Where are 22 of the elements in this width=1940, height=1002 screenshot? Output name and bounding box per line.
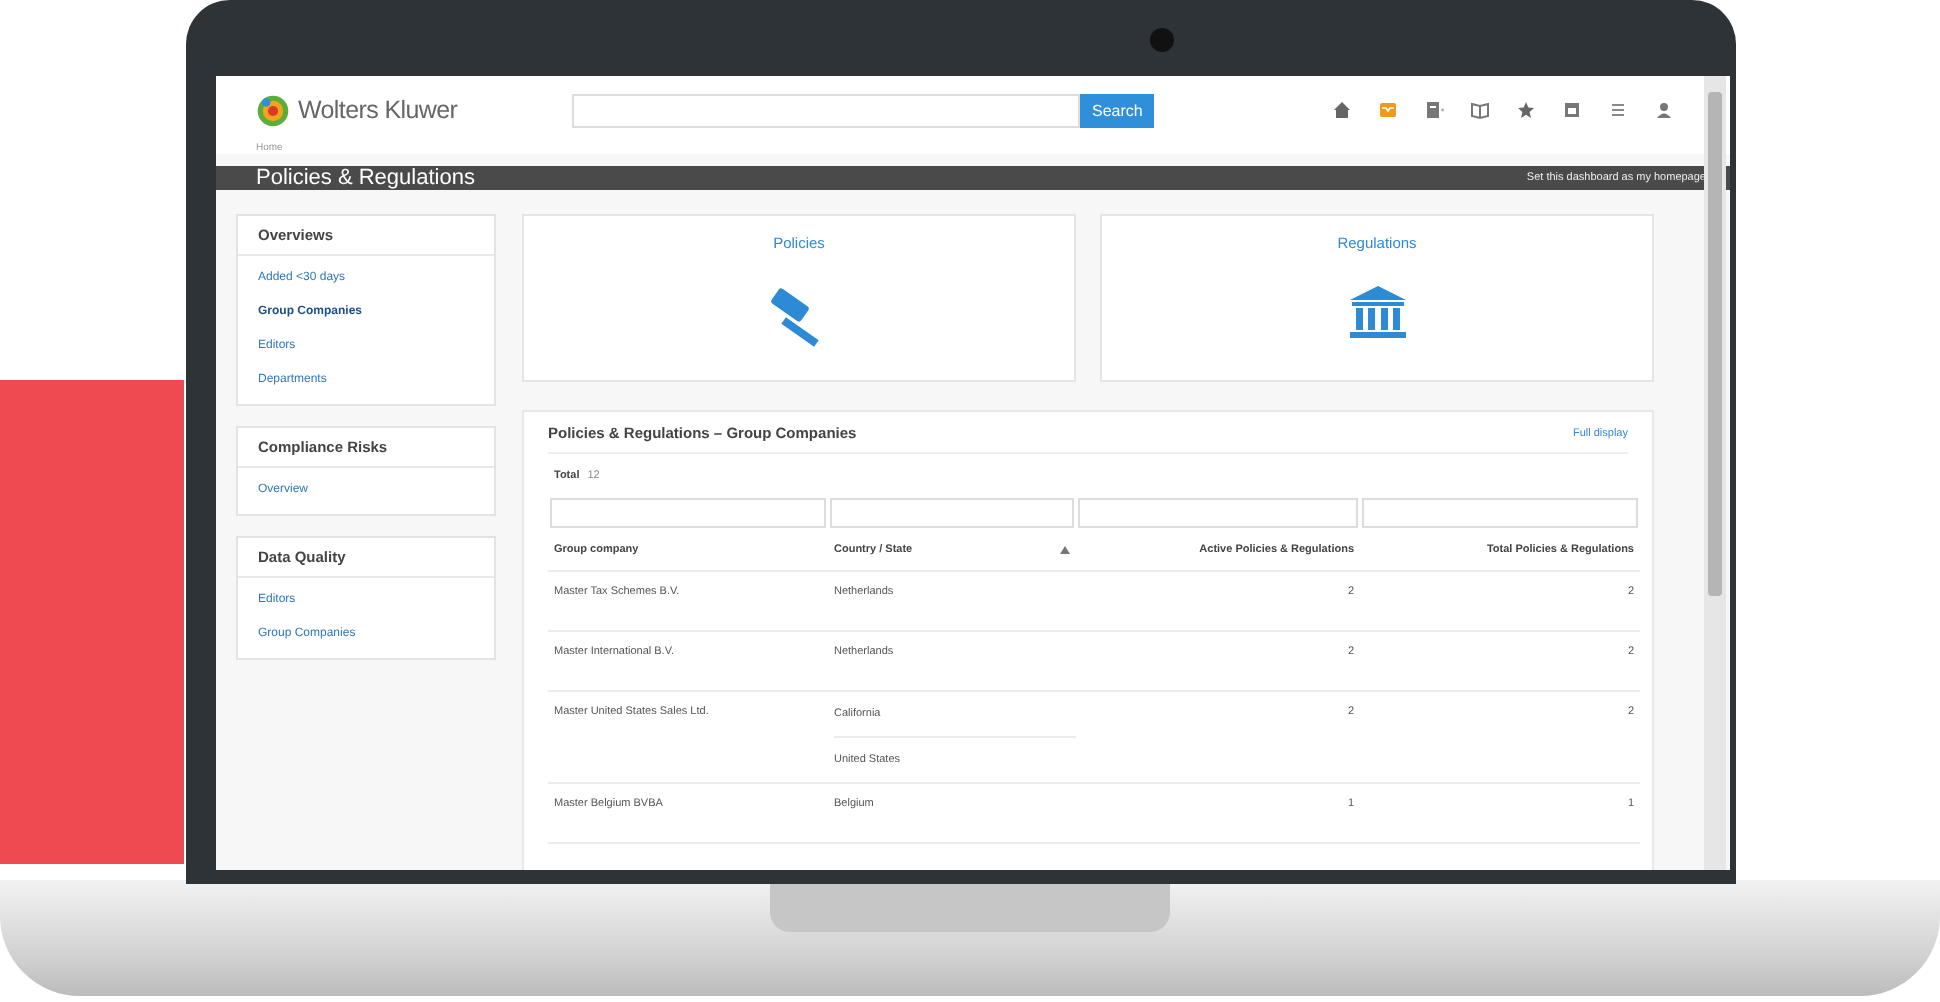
list-icon[interactable]	[1608, 100, 1628, 120]
search-field[interactable]	[572, 93, 1080, 127]
sort-up-icon[interactable]	[1060, 546, 1070, 554]
star-icon[interactable]	[1516, 100, 1536, 120]
scrollbar[interactable]	[1704, 76, 1726, 870]
bank-icon	[1347, 284, 1407, 344]
calendar-icon[interactable]	[1562, 100, 1582, 120]
filter-field[interactable]	[830, 497, 1074, 527]
camera-icon	[1150, 28, 1174, 52]
filter-field[interactable]	[1362, 497, 1638, 527]
filter-field[interactable]	[1078, 497, 1358, 527]
home-icon[interactable]	[1332, 100, 1352, 120]
brand-name: Wolters Kluwer	[298, 96, 458, 124]
globe-logo-icon	[256, 93, 290, 127]
book-icon[interactable]	[1470, 100, 1490, 120]
scrollbar-thumb[interactable]	[1708, 92, 1722, 596]
page-title: Policies & Regulations	[256, 166, 475, 190]
user-icon[interactable]	[1654, 100, 1674, 120]
filter-field[interactable]	[550, 497, 826, 527]
inbox-icon[interactable]	[1378, 100, 1398, 120]
document-icon[interactable]	[1424, 100, 1444, 120]
search-button[interactable]: Search	[1080, 93, 1155, 127]
